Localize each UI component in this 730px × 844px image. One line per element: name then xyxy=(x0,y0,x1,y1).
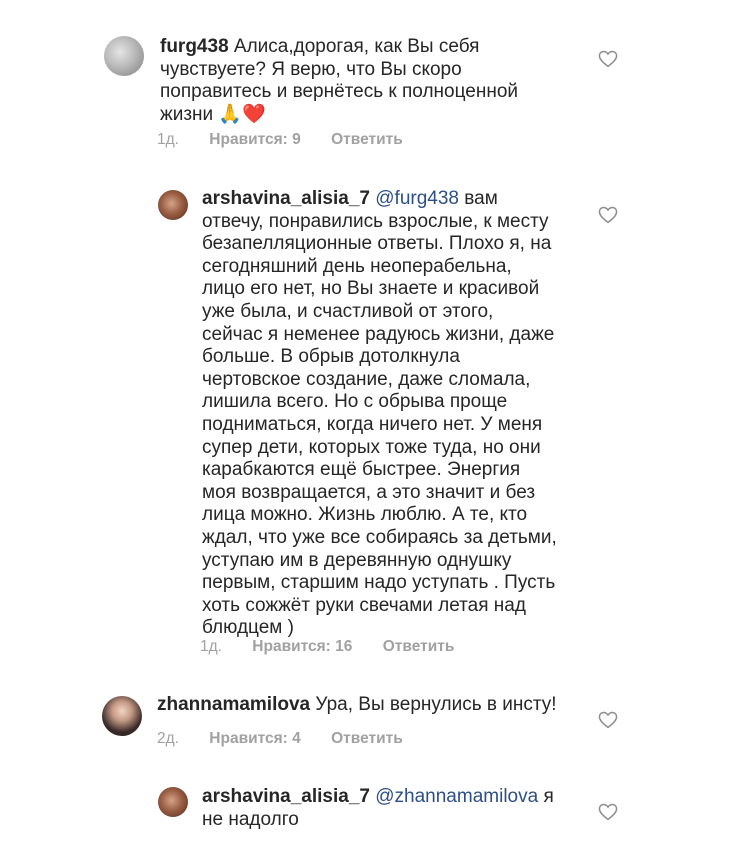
comment-body: arshavina_alisia_7 @furg438 вам отвечу, … xyxy=(202,188,592,640)
likes-count[interactable]: Нравится: 16 xyxy=(252,638,352,655)
comment-body: arshavina_alisia_7 @zhannamamilova я не … xyxy=(202,786,592,831)
comment-body: zhannamamilova Ура, Вы вернулись в инсту… xyxy=(157,694,597,717)
reply-button[interactable]: Ответить xyxy=(383,638,455,655)
mention-link[interactable]: @furg438 xyxy=(375,188,459,209)
comment-text-line: ждал, что уже все собираясь за детьми, xyxy=(202,526,557,548)
comment-body: furg438 Алиса,дорогая, как Вы себя чувст… xyxy=(160,36,580,126)
reply-button[interactable]: Ответить xyxy=(331,730,403,747)
likes-count[interactable]: Нравится: 4 xyxy=(209,730,300,747)
comment-text-line: жизни xyxy=(160,103,214,125)
comment-text-line: безапелляционные ответы. Плохо я, на xyxy=(202,233,552,255)
avatar-furg438[interactable] xyxy=(104,36,144,76)
comment-text-line: хоть сожжёт руки свечами летая над xyxy=(202,594,526,616)
comment-meta: 2д. Нравится: 4 Ответить xyxy=(157,730,429,748)
emoji: 🙏❤️ xyxy=(218,103,266,125)
comment-text-line: сейчас я неменее радуюсь жизни, даже xyxy=(202,323,555,345)
comment-meta: 1д. Нравится: 16 Ответить xyxy=(200,638,480,656)
comment-text-line: уже была, и счастливой от этого, xyxy=(202,300,494,322)
heart-outline-icon[interactable] xyxy=(598,711,618,729)
comment-text-line: лицо его нет, но Вы знаете и красивой xyxy=(202,278,540,300)
comment-age: 1д. xyxy=(200,638,222,655)
comment-text-line: уступаю им в деревянную однушку xyxy=(202,549,512,571)
comment-text-line: поправитесь и вернётесь к полноценной xyxy=(160,81,518,103)
likes-count[interactable]: Нравится: 9 xyxy=(209,131,300,148)
heart-outline-icon[interactable] xyxy=(598,803,618,821)
avatar-zhannamamilova[interactable] xyxy=(102,696,142,736)
comment-text-line: Ура, Вы вернулись в инсту! xyxy=(315,694,557,715)
mention-link[interactable]: @zhannamamilova xyxy=(375,786,538,807)
heart-outline-icon[interactable] xyxy=(598,206,618,224)
comment-username[interactable]: furg438 xyxy=(160,36,229,57)
comment-username[interactable]: arshavina_alisia_7 xyxy=(202,188,370,209)
comment-text-line: отвечу, понравились взрослые, к месту xyxy=(202,210,549,232)
heart-outline-icon[interactable] xyxy=(598,50,618,68)
comment-text-line: не надолго xyxy=(202,808,299,830)
comment-text-line: подниматься, когда ничего нет. У меня xyxy=(202,413,543,435)
comment-text-line: сегодняшний день неоперабельна, xyxy=(202,255,512,277)
comment-username[interactable]: arshavina_alisia_7 xyxy=(202,786,370,807)
reply-button[interactable]: Ответить xyxy=(331,131,403,148)
comment-text-line: моя возвращается, а это значит и без xyxy=(202,481,536,503)
comment-text-line: блюдцем ) xyxy=(202,617,294,639)
comment-age: 1д. xyxy=(157,131,179,148)
comment-text-line: супер дети, которых тоже туда, но они xyxy=(202,436,541,458)
comment-text-line: я xyxy=(543,786,554,807)
comment-meta: 1д. Нравится: 9 Ответить xyxy=(157,131,429,149)
avatar-arshavina[interactable] xyxy=(158,787,188,817)
avatar-arshavina[interactable] xyxy=(158,190,188,220)
comment-text-line: больше. В обрыв дотолкнула xyxy=(202,346,460,368)
comment-text-line: лица можно. Жизнь люблю. А те, кто xyxy=(202,504,528,526)
comment-username[interactable]: zhannamamilova xyxy=(157,694,310,715)
comment-text-line: чертовское создание, даже сломала, xyxy=(202,368,531,390)
comment-text-line: лишила всего. Но с обрыва проще xyxy=(202,391,508,413)
comment-text-line: Алиса,дорогая, как Вы себя xyxy=(233,36,480,57)
comment-text-line: первым, старшим надо уступать . Пусть xyxy=(202,572,556,594)
comment-text-line: вам xyxy=(464,188,498,209)
comment-text-line: чувствуете? Я верю, что Вы скоро xyxy=(160,58,462,80)
comment-text-line: карабкаются ещё быстрее. Энергия xyxy=(202,459,521,481)
comment-age: 2д. xyxy=(157,730,179,747)
